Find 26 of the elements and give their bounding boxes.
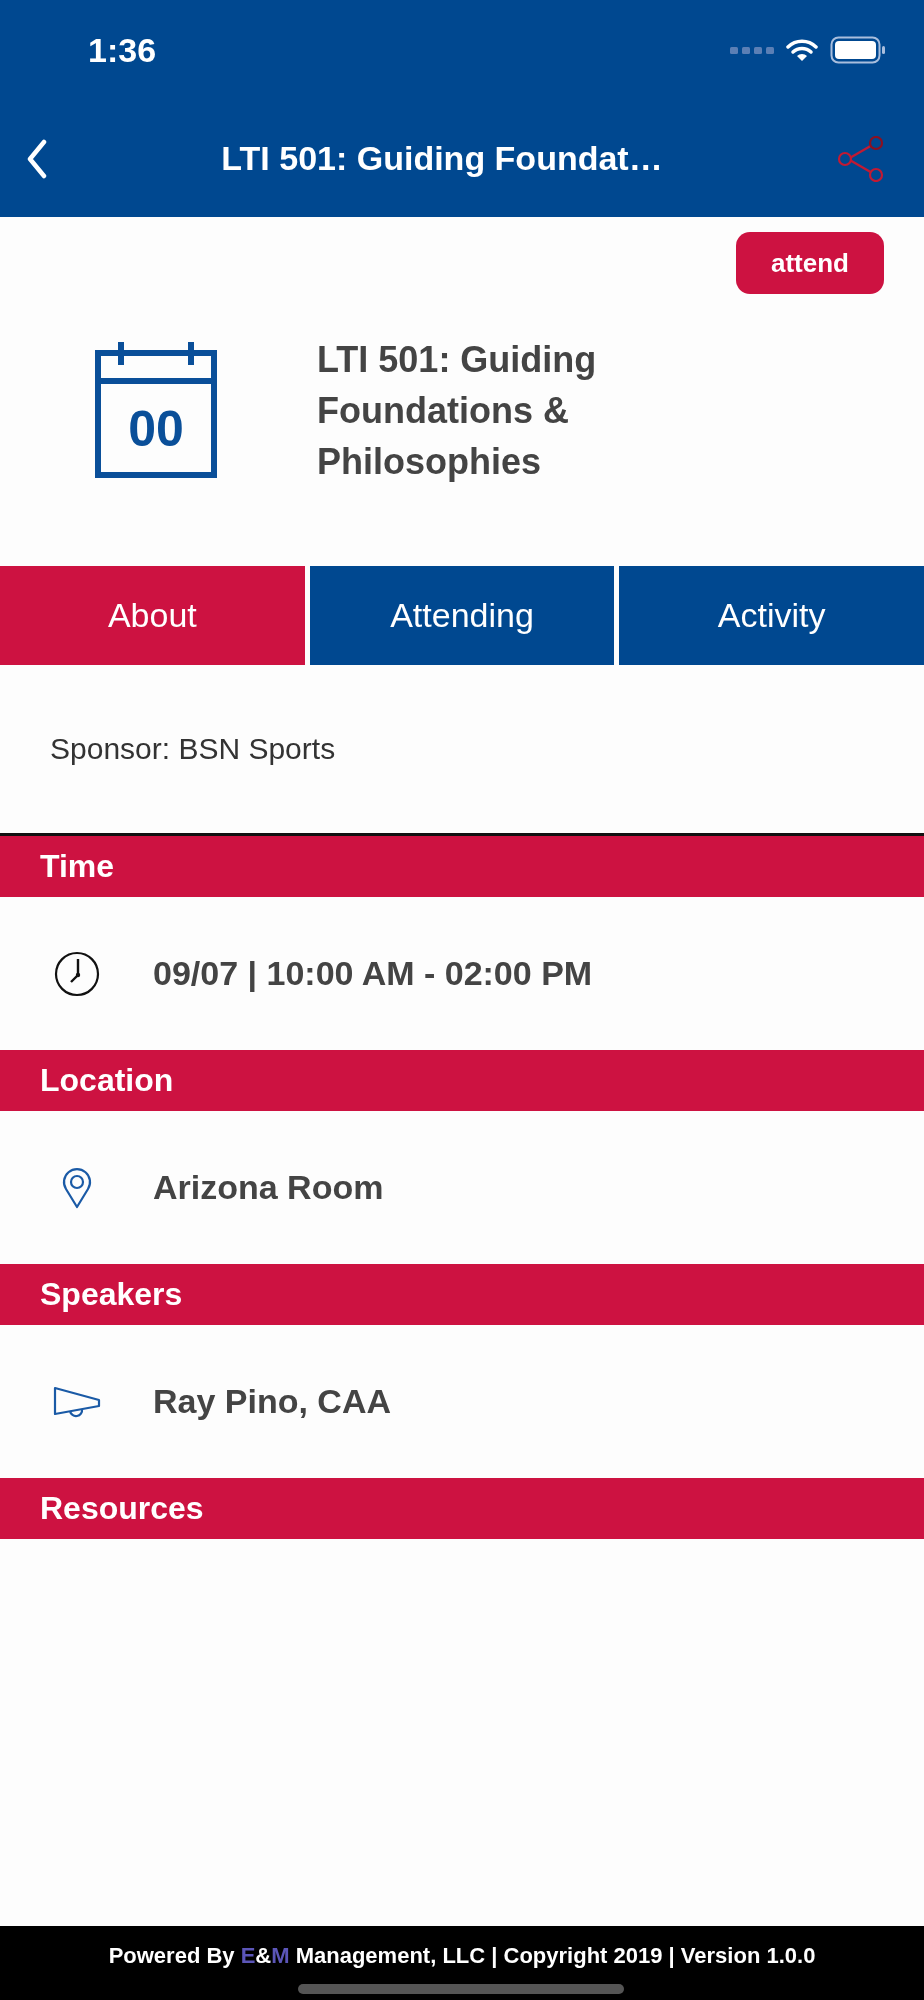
nav-title: LTI 501: Guiding Foundat… bbox=[221, 139, 663, 178]
tab[interactable]: Attending bbox=[309, 566, 615, 665]
section-header: Time bbox=[0, 836, 924, 897]
megaphone-icon bbox=[53, 1385, 101, 1418]
back-button[interactable] bbox=[26, 138, 48, 179]
location-pin-icon bbox=[62, 1166, 92, 1209]
section-header: Speakers bbox=[0, 1264, 924, 1325]
section-header: Resources bbox=[0, 1478, 924, 1539]
tab[interactable]: About bbox=[0, 566, 305, 665]
section-header: Location bbox=[0, 1050, 924, 1111]
detail-text: Arizona Room bbox=[153, 1168, 384, 1207]
detail-text: 09/07 | 10:00 AM - 02:00 PM bbox=[153, 954, 593, 993]
wifi-icon bbox=[786, 38, 818, 62]
back-icon bbox=[26, 138, 48, 179]
footer-text: Powered By E&M Management, LLC | Copyright 2019 | Version 1.0.0 bbox=[108, 1943, 816, 1969]
status-time: 1:36 bbox=[88, 30, 157, 70]
share-icon bbox=[836, 135, 886, 182]
signal-icon bbox=[730, 45, 774, 55]
tab[interactable]: Activity bbox=[619, 566, 924, 665]
event-title: LTI 501: Guiding Foundations & Philosophies bbox=[317, 337, 598, 484]
attend-button[interactable]: attend bbox=[736, 232, 884, 294]
sponsor-text: Sponsor: BSN Sports bbox=[49, 731, 337, 767]
detail-text: Ray Pino, CAA bbox=[153, 1382, 392, 1421]
clock-icon bbox=[54, 950, 100, 997]
battery-icon bbox=[830, 36, 886, 64]
calendar-day: 00 bbox=[128, 401, 184, 457]
